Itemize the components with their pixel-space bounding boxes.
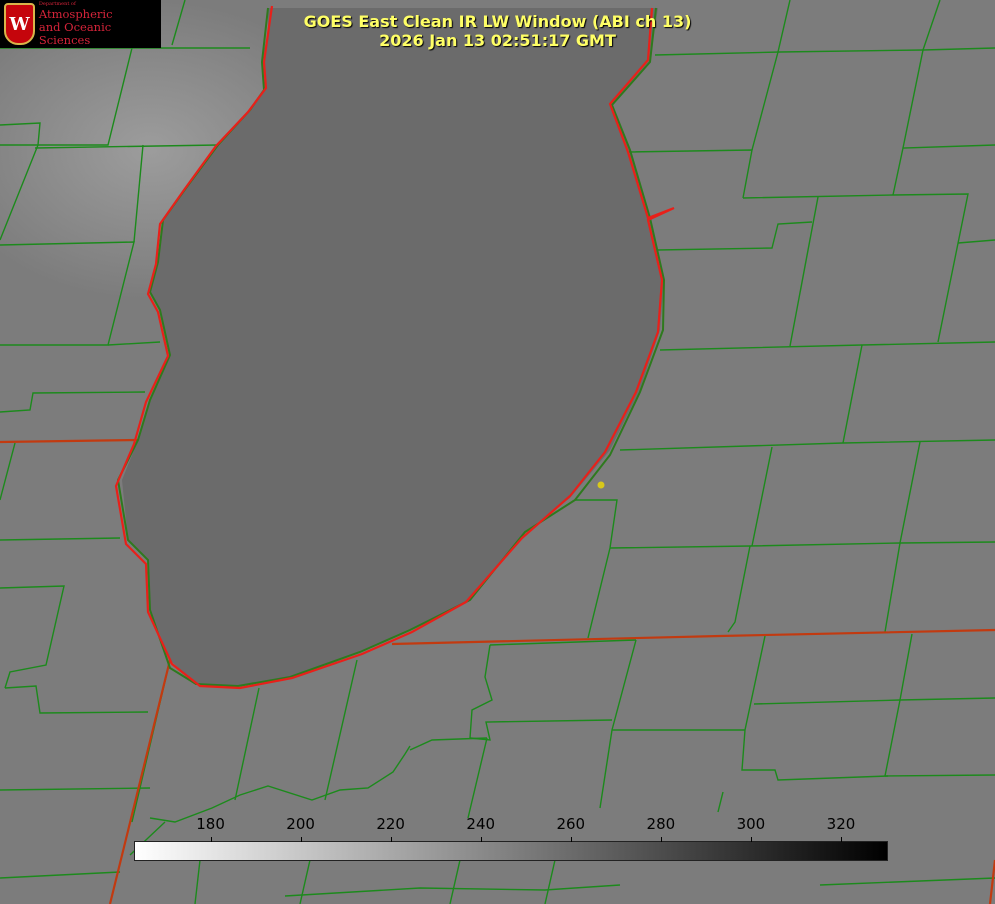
colorbar-tick-label: 220 — [376, 815, 405, 833]
colorbar-tick-mark — [480, 837, 482, 842]
colorbar-tick-mark — [210, 837, 212, 842]
title-product: GOES East Clean IR LW Window (ABI ch 13) — [303, 12, 692, 31]
colorbar-tick-label: 200 — [286, 815, 315, 833]
colorbar-tick-mark — [390, 837, 392, 842]
colorbar-tick-label: 240 — [466, 815, 496, 833]
colorbar — [134, 841, 888, 861]
colorbar-tick-mark — [750, 837, 752, 842]
colorbar-tick-label: 180 — [196, 815, 225, 833]
colorbar-tick-mark — [300, 837, 302, 842]
colorbar-tick-mark — [660, 837, 662, 842]
satellite-map-view: W Department of Atmospheric and Oceanic … — [0, 0, 995, 904]
title-timestamp: 2026 Jan 13 02:51:17 GMT — [379, 31, 616, 50]
map-canvas — [0, 0, 995, 904]
colorbar-tick-mark — [840, 837, 842, 842]
colorbar-tick-label: 320 — [826, 815, 856, 833]
image-title: GOES East Clean IR LW Window (ABI ch 13)… — [0, 12, 995, 50]
colorbar-labels: 180 200 220 240 260 280 300 320 — [0, 815, 995, 835]
station-marker — [597, 481, 605, 489]
colorbar-tick-label: 300 — [736, 815, 766, 833]
colorbar-tick-label: 280 — [646, 815, 676, 833]
colorbar-tick-label: 260 — [556, 815, 586, 833]
colorbar-tick-mark — [570, 837, 572, 842]
